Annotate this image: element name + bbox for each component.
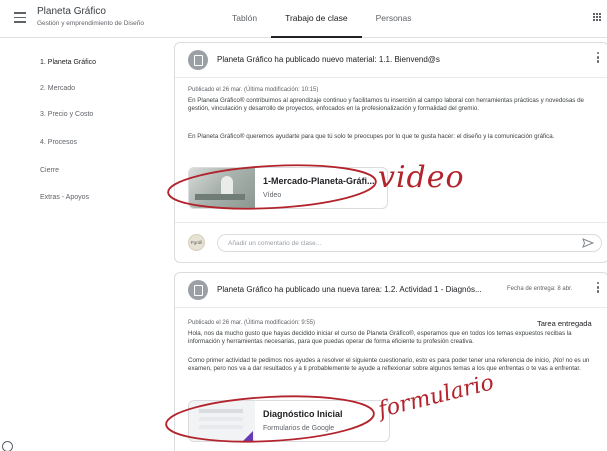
post-paragraph: Hola, nos da mucho gusto que hayas decid… bbox=[188, 330, 572, 345]
post-paragraph: Como primer actividad te pedimos nos ayu… bbox=[188, 357, 590, 372]
attachment-type: Formularios de Google bbox=[263, 425, 335, 432]
google-forms-icon bbox=[241, 431, 253, 441]
divider bbox=[175, 307, 607, 308]
tab-bar: Tablón Trabajo de clase Personas bbox=[218, 0, 426, 38]
post-header[interactable]: Planeta Gráfico ha publicado una nueva t… bbox=[175, 273, 607, 307]
post-header[interactable]: Planeta Gráfico ha publicado nuevo mater… bbox=[175, 43, 607, 77]
attachment-title[interactable]: 1-Mercado-Planeta-Gráfi... bbox=[263, 176, 375, 186]
post-paragraph: En Planeta Gráfico® queremos ayudarte pa… bbox=[188, 133, 555, 140]
divider bbox=[175, 222, 607, 223]
tab-trabajo-de-clase[interactable]: Trabajo de clase bbox=[271, 0, 362, 38]
post-meta: Publicado el 26 mar. (Última modificació… bbox=[188, 87, 319, 93]
sidebar-item-mercado[interactable]: 2. Mercado bbox=[40, 85, 75, 92]
attachment-type: Vídeo bbox=[263, 192, 282, 199]
sidebar-item-procesos[interactable]: 4. Procesos bbox=[40, 139, 77, 146]
form-attachment[interactable]: Diagnóstico Inicial Formularios de Googl… bbox=[188, 400, 390, 442]
divider bbox=[175, 77, 607, 78]
attachment-title[interactable]: Diagnóstico Inicial bbox=[263, 409, 343, 419]
tab-tablon[interactable]: Tablón bbox=[218, 0, 271, 38]
class-subtitle: Gestión y emprendimiento de Diseño bbox=[37, 20, 144, 27]
help-icon[interactable] bbox=[2, 441, 13, 451]
sidebar-item-cierre[interactable]: Cierre bbox=[40, 167, 59, 174]
assignment-icon bbox=[188, 280, 208, 300]
tab-personas[interactable]: Personas bbox=[362, 0, 426, 38]
sidebar-item-planeta-grafico[interactable]: 1. Planeta Gráfico bbox=[40, 59, 96, 66]
sidebar-item-precio-y-costo[interactable]: 3. Precio y Costo bbox=[40, 111, 93, 118]
post-paragraph: En Planeta Gráfico® contribuimos al apre… bbox=[188, 97, 584, 112]
apps-grid-icon[interactable] bbox=[592, 12, 601, 21]
due-date: Fecha de entrega: 8 abr. bbox=[507, 286, 573, 292]
material-post-card: Planeta Gráfico ha publicado nuevo mater… bbox=[174, 42, 607, 263]
material-icon bbox=[188, 50, 208, 70]
more-options-icon[interactable] bbox=[597, 52, 600, 65]
post-title[interactable]: Planeta Gráfico ha publicado una nueva t… bbox=[217, 285, 482, 294]
post-meta: Publicado el 26 mar. (Última modificació… bbox=[188, 320, 316, 326]
topics-sidebar: 1. Planeta Gráfico 2. Mercado 3. Precio … bbox=[0, 38, 165, 451]
assignment-post-card: Planeta Gráfico ha publicado una nueva t… bbox=[174, 272, 607, 451]
class-title[interactable]: Planeta Gráfico bbox=[37, 6, 106, 17]
status-badge: Tarea entregada bbox=[537, 319, 592, 328]
post-title[interactable]: Planeta Gráfico ha publicado nuevo mater… bbox=[217, 55, 440, 64]
sidebar-item-extras-apoyos[interactable]: Extras - Apoyos bbox=[40, 194, 89, 201]
avatar: Pgráfi bbox=[188, 234, 205, 251]
form-thumbnail bbox=[189, 401, 255, 441]
top-app-bar: Planeta Gráfico Gestión y emprendimiento… bbox=[0, 0, 607, 38]
comment-field[interactable] bbox=[217, 234, 602, 252]
more-options-icon[interactable] bbox=[597, 282, 600, 295]
send-icon[interactable] bbox=[582, 238, 594, 248]
comment-input[interactable] bbox=[228, 235, 558, 251]
video-attachment[interactable]: 1-Mercado-Planeta-Gráfi... Vídeo bbox=[188, 167, 388, 209]
video-thumbnail bbox=[189, 168, 255, 208]
hamburger-icon[interactable] bbox=[14, 12, 26, 23]
